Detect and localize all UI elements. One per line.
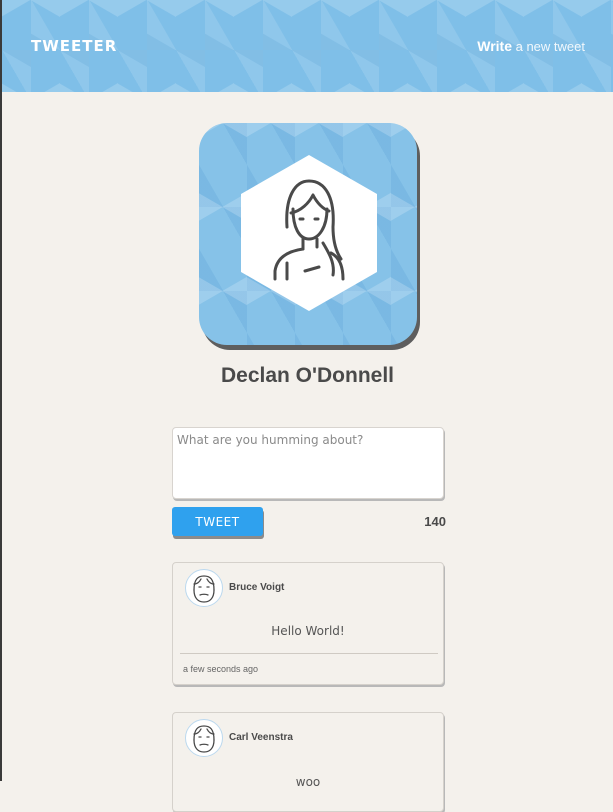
woman-portrait-icon [239, 153, 379, 318]
tweet-card: Carl Veenstra woo [172, 712, 444, 812]
brand-logo[interactable]: TWEETER [31, 37, 117, 55]
bearded-man-icon [185, 569, 223, 607]
profile-avatar-card [199, 123, 417, 345]
tweet-text: woo [295, 775, 321, 789]
remaining-char-count: 140 [424, 514, 446, 529]
write-new-tweet-link[interactable]: Write a new tweet [477, 38, 585, 54]
profile-name: Declan O'Donnell [220, 364, 395, 387]
tweet-author[interactable]: Carl Veenstra [229, 732, 293, 743]
tweet-divider [180, 653, 438, 654]
tweet-timestamp: a few seconds ago [183, 664, 259, 674]
write-link-rest: a new tweet [512, 39, 585, 54]
tweet-card: Bruce Voigt Hello World! a few seconds a… [172, 562, 444, 685]
tweet-composer-input[interactable] [172, 427, 444, 499]
tweet-button[interactable]: TWEET [172, 507, 263, 536]
tweet-text: Hello World! [271, 624, 345, 638]
write-link-bold: Write [477, 38, 512, 54]
tweet-author[interactable]: Bruce Voigt [229, 582, 284, 593]
bearded-man-icon [185, 719, 223, 757]
app-header: TWEETER Write a new tweet [2, 0, 613, 92]
